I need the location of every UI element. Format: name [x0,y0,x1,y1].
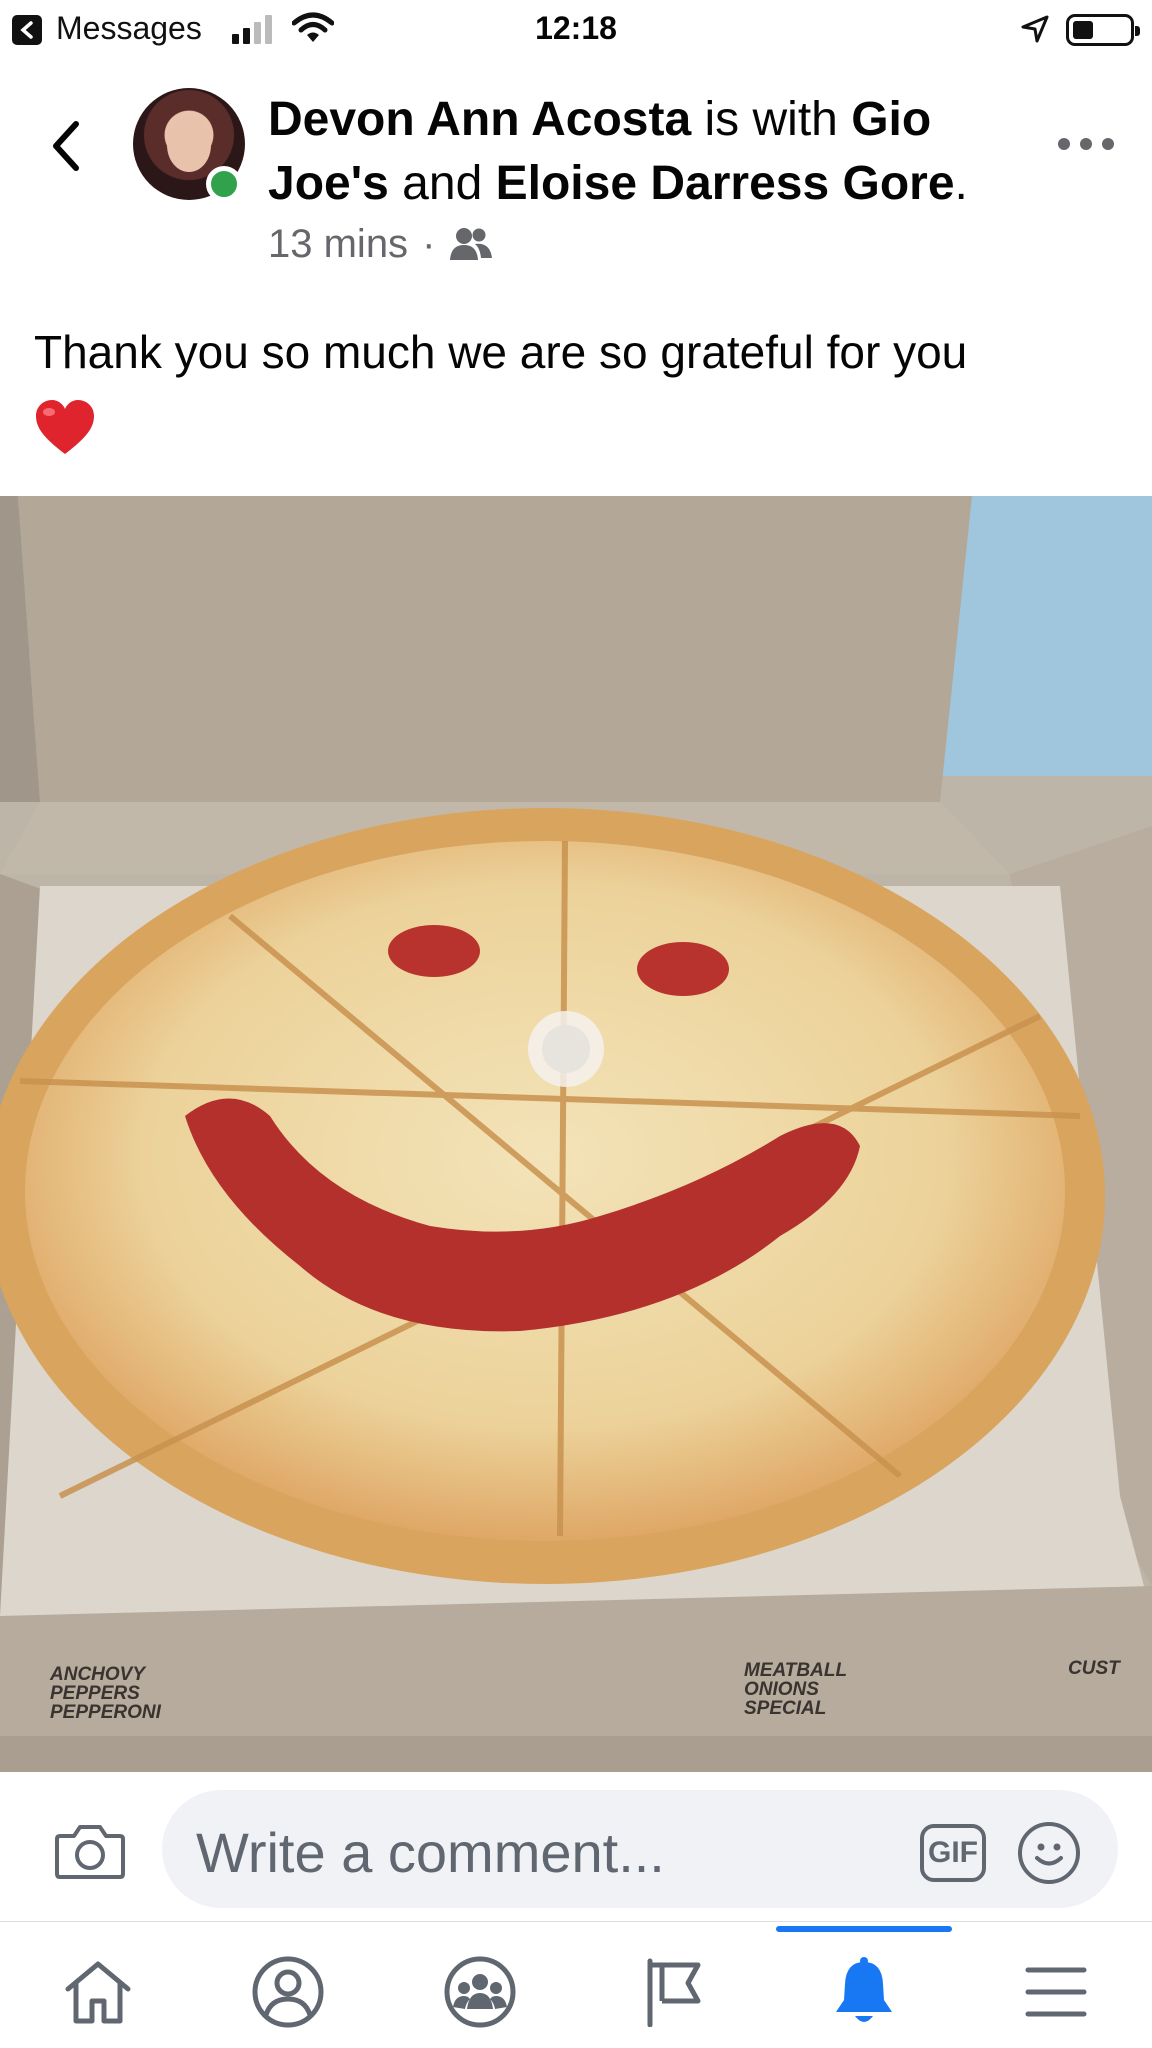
clock: 12:18 [535,10,617,46]
box-print-pepperoni: PEPPERONI [50,1702,162,1723]
dot [1102,138,1114,150]
post-photo[interactable]: ANCHOVY PEPPERS PEPPERONI MEATBALL ONION… [0,496,1152,1772]
avatar-face [167,118,211,172]
box-print-anchovy: ANCHOVY [49,1664,147,1685]
nav-home[interactable] [48,1952,148,2032]
post-meta: 13 mins · [268,222,493,267]
home-icon [65,1961,131,2024]
nav-pages[interactable] [622,1952,722,2032]
battery-tip [1135,26,1140,36]
box-print-peppers: PEPPERS [50,1683,140,1704]
with-text: is with [704,93,838,146]
battery-icon [1066,14,1140,46]
author-name[interactable]: Devon Ann Acosta [268,93,691,146]
profile-icon [252,1956,324,2028]
nav-groups[interactable] [430,1952,530,2032]
tagged-person[interactable]: Eloise Darress Gore [496,157,955,210]
header-period: . [954,157,968,210]
dot [1058,138,1070,150]
flag-icon [647,1958,701,2027]
emoji-button[interactable] [1018,1822,1080,1884]
location-arrow-icon [1021,15,1049,43]
meta-separator: · [422,222,436,266]
nav-menu[interactable] [1006,1952,1106,2032]
bottom-nav [0,1922,1152,2048]
and-text: and [402,157,483,210]
status-bar: Messages 12:18 [0,0,1152,58]
comment-placeholder: Write a comment... [196,1821,665,1884]
box-print-meatball: MEATBALL [744,1660,847,1681]
heart-icon [36,400,94,454]
comment-bar: Write a comment... GIF [0,1772,1152,1922]
post-time[interactable]: 13 mins [268,222,408,267]
comment-input[interactable]: Write a comment... GIF [162,1790,1118,1908]
dot [1080,138,1092,150]
smiley-icon [1035,1843,1063,1866]
post-header: Devon Ann Acosta is with Gio Joe's and E… [268,88,1028,216]
online-status-dot [206,166,242,202]
back-chevron-icon[interactable] [48,118,84,174]
more-options-button[interactable] [1058,126,1114,162]
active-tab-indicator [776,1926,952,1932]
friends-icon [450,227,493,260]
notifications-icon [836,1957,892,2022]
menu-icon [1025,1967,1087,2017]
battery-level [1073,21,1093,39]
nav-profile[interactable] [238,1952,338,2032]
gif-button[interactable]: GIF [920,1824,986,1882]
box-print-edge: CUST [1068,1658,1121,1679]
groups-icon [444,1956,516,2028]
camera-icon[interactable] [54,1820,126,1880]
nav-notifications[interactable] [814,1952,914,2032]
box-print-special: SPECIAL [744,1698,826,1719]
post-text: Thank you so much we are so grateful for… [34,326,968,378]
box-print-onions: ONIONS [744,1679,819,1700]
pizza-photo: ANCHOVY PEPPERS PEPPERONI MEATBALL ONION… [0,496,1152,1772]
